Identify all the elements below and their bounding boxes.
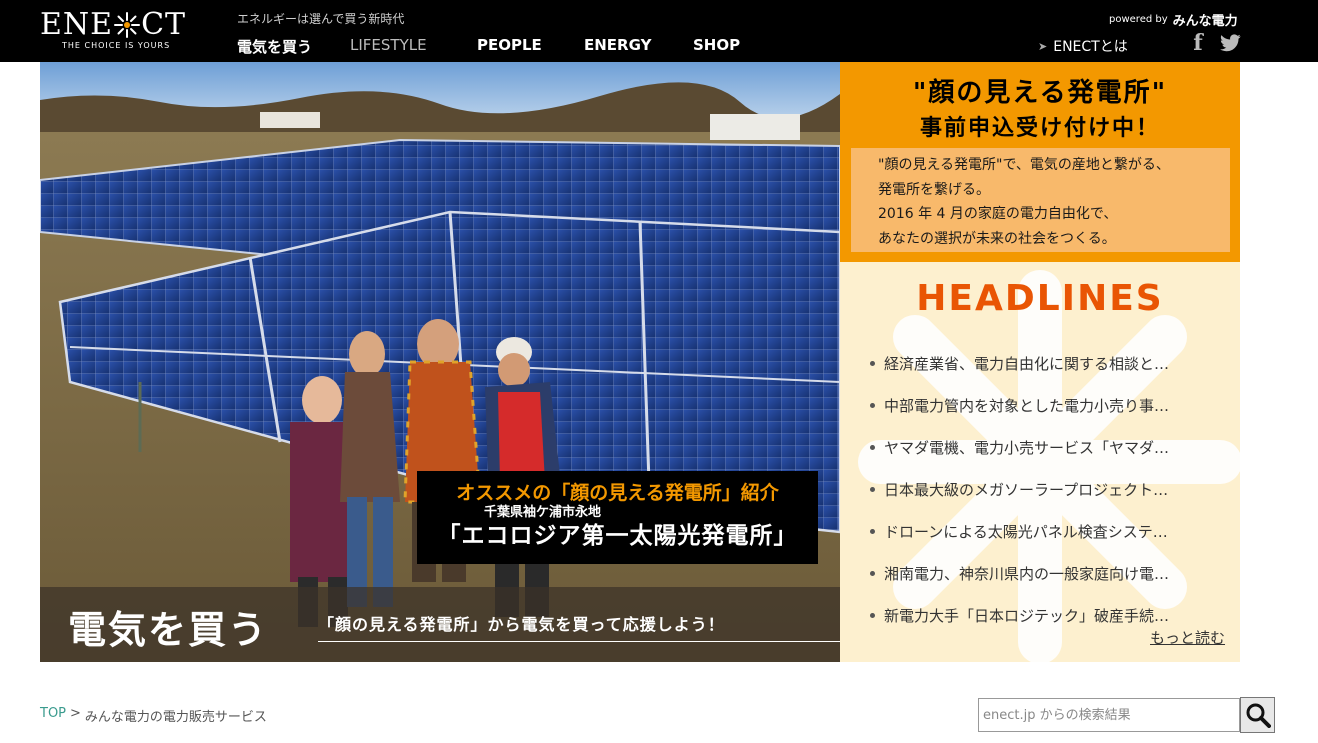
arrow-icon: ➤ [1038,39,1048,53]
feature-heading: オススメの「顔の見える発電所」紹介 [456,482,779,504]
solar-farm-photo [40,62,840,662]
hero-caption-band: 電気を買う 「顔の見える発電所」から電気を買って応援しよう！ [40,587,840,662]
headlines-list: 経済産業省、電力自由化に関する相談と… 中部電力管内を対象とした電力小売り事… … [870,342,1169,636]
logo-wordmark-right: CT [141,7,187,42]
headline-text: 新電力大手「日本ロジテック」破産手続… [884,606,1170,625]
magnifier-icon [1246,703,1271,728]
read-more-link[interactable]: もっと読む [1150,627,1225,648]
bullet-icon [870,528,875,534]
headlines-title: HEADLINES [916,278,1164,319]
nav-item-people[interactable]: PEOPLE [477,36,584,57]
promo-line: "顔の見える発電所"で、電気の産地と繋がる、 [878,157,1170,173]
preregistration-promo[interactable]: "顔の見える発電所" 事前申込受け付け中！ "顔の見える発電所"で、電気の産地と… [840,62,1240,262]
hero-banner[interactable]: オススメの「顔の見える発電所」紹介 千葉県袖ケ浦市永地 「エコロジア第一太陽光発… [40,62,840,662]
headline-item[interactable]: 経済産業省、電力自由化に関する相談と… [870,342,1169,384]
headlines-panel: HEADLINES 経済産業省、電力自由化に関する相談と… 中部電力管内を対象と… [840,262,1240,662]
headline-item[interactable]: ドローンによる太陽光パネル検査システ… [870,510,1169,552]
bullet-icon [870,570,875,576]
promo-line: あなたの選択が未来の社会をつくる。 [878,230,1116,247]
nav-item-lifestyle[interactable]: LIFESTYLE [350,36,477,57]
breadcrumb: TOP > みんな電力の電力販売サービス [40,706,267,725]
about-enect-label: ENECTとは [1053,39,1128,55]
promo-description: "顔の見える発電所"で、電気の産地と繋がる、 発電所を繋げる。 2016 年 4… [851,148,1230,252]
bullet-icon [870,360,875,366]
main-nav: 電気を買う LIFESTYLE PEOPLE ENERGY SHOP [237,36,753,57]
headline-item[interactable]: 新電力大手「日本ロジテック」破産手続… [870,594,1169,636]
nav-item-buy-electricity[interactable]: 電気を買う [237,36,350,57]
promo-subtitle: 事前申込受け付け中！ [919,116,1160,141]
bullet-icon [870,444,875,450]
facebook-icon[interactable]: f [1187,30,1209,56]
promo-line: 2016 年 4 月の家庭の電力自由化で、 [878,206,1118,222]
promo-title: "顔の見える発電所" [912,78,1168,108]
breadcrumb-top-link[interactable]: TOP [40,706,66,725]
headline-item[interactable]: 湘南電力、神奈川県内の一般家庭向け電… [870,552,1169,594]
headline-text: ドローンによる太陽光パネル検査システ… [884,522,1168,541]
logo-tagline: THE CHOICE IS YOURS [62,41,171,50]
headline-text: ヤマダ電機、電力小売サービス「ヤマダ… [884,438,1170,457]
nav-item-shop[interactable]: SHOP [693,36,753,57]
nav-item-energy[interactable]: ENERGY [584,36,693,57]
site-header: ENE CT THE CHOICE IS YOURS エネルギーは選んで買う新時… [0,0,1318,62]
search-button[interactable] [1240,697,1275,733]
bullet-icon [870,486,875,492]
headline-text: 経済産業省、電力自由化に関する相談と… [884,354,1170,373]
promo-line: 発電所を繋げる。 [878,181,990,198]
headline-item[interactable]: 日本最大級のメガソーラープロジェクト… [870,468,1169,510]
site-tagline: エネルギーは選んで買う新時代 [237,12,405,26]
headline-item[interactable]: ヤマダ電機、電力小売サービス「ヤマダ… [870,426,1169,468]
breadcrumb-separator: > [70,706,81,721]
powered-by-prefix: powered by [1109,14,1168,25]
enect-logo[interactable]: ENE CT THE CHOICE IS YOURS [40,8,205,56]
headline-item[interactable]: 中部電力管内を対象とした電力小売り事… [870,384,1169,426]
bullet-icon [870,402,875,408]
powered-by-brand: みんな電力 [1172,14,1238,29]
featured-plant-card[interactable]: オススメの「顔の見える発電所」紹介 千葉県袖ケ浦市永地 「エコロジア第一太陽光発… [417,471,818,564]
hero-title: 電気を買う [68,608,269,652]
headline-text: 湘南電力、神奈川県内の一般家庭向け電… [884,564,1170,583]
about-enect-link[interactable]: ➤ ENECTとは [1038,36,1128,56]
bullet-icon [870,612,875,618]
logo-star-icon [114,12,141,38]
breadcrumb-current: みんな電力の電力販売サービス [84,710,267,725]
feature-plant-name: 「エコロジア第一太陽光発電所」 [437,523,798,549]
feature-location: 千葉県袖ケ浦市永地 [483,505,601,520]
hero-subtitle: 「顔の見える発電所」から電気を買って応援しよう！ [318,611,840,642]
twitter-icon[interactable] [1219,32,1241,54]
headline-text: 中部電力管内を対象とした電力小売り事… [884,396,1170,415]
search-input[interactable] [978,698,1240,732]
logo-wordmark-left: ENE [40,7,114,42]
powered-by[interactable]: powered by みんな電力 [1109,10,1238,29]
headline-text: 日本最大級のメガソーラープロジェクト… [884,480,1169,499]
